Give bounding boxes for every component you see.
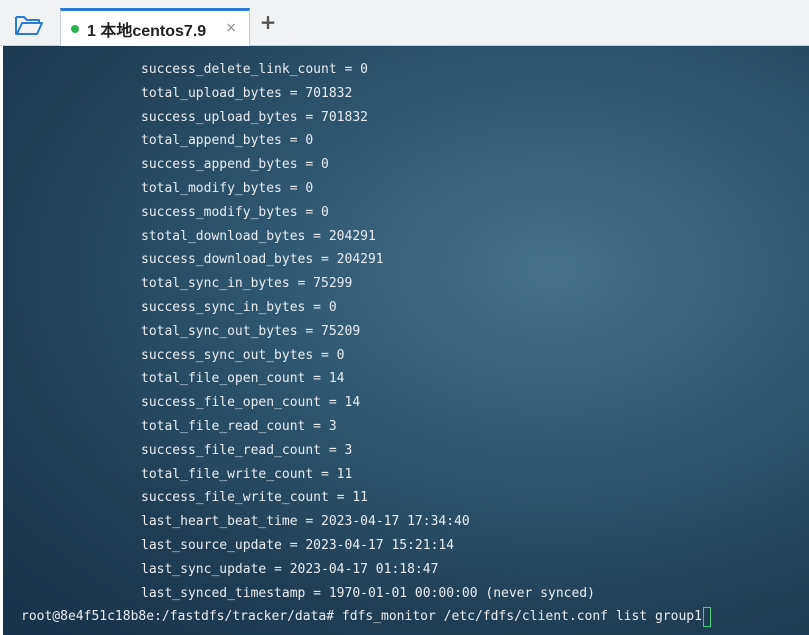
close-icon[interactable]: ×	[225, 19, 237, 37]
terminal-line: total_sync_out_bytes = 75209	[141, 323, 361, 339]
terminal-output[interactable]: success_delete_link_count = 0 total_uploa…	[3, 46, 809, 635]
terminal-line: success_download_bytes = 204291	[141, 252, 384, 268]
terminal-line: success_file_read_count = 3	[141, 442, 353, 458]
tab-bar: 1 本地centos7.9 × +	[0, 0, 809, 46]
text-cursor	[702, 607, 711, 627]
terminal-line: stotal_download_bytes = 204291	[141, 228, 376, 244]
folder-open-icon	[15, 16, 43, 35]
command-prompt[interactable]: root@8e4f51c18b8e:/fastdfs/tracker/data#…	[21, 605, 711, 629]
terminal-line: last_synced_timestamp = 1970-01-01 00:00…	[141, 585, 595, 601]
terminal-line: success_sync_in_bytes = 0	[141, 299, 337, 315]
tab-session-1[interactable]: 1 本地centos7.9 ×	[60, 8, 250, 46]
new-tab-button[interactable]: +	[256, 10, 280, 34]
prompt-text: root@8e4f51c18b8e:/fastdfs/tracker/data#…	[21, 609, 702, 624]
terminal-line: success_file_write_count = 11	[141, 490, 368, 506]
terminal-line: last_heart_beat_time = 2023-04-17 17:34:…	[141, 514, 470, 530]
terminal-line: total_file_write_count = 11	[141, 466, 353, 482]
terminal-line: last_source_update = 2023-04-17 15:21:14	[141, 537, 455, 553]
terminal-line: success_sync_out_bytes = 0	[141, 347, 345, 363]
terminal-line: success_append_bytes = 0	[141, 157, 329, 173]
output-lines: success_delete_link_count = 0 total_uploa…	[141, 58, 595, 605]
terminal-line: total_append_bytes = 0	[141, 133, 314, 149]
terminal-line: success_file_open_count = 14	[141, 395, 361, 411]
open-session-button[interactable]	[12, 12, 46, 38]
tab-label: 1 本地centos7.9	[87, 22, 207, 40]
terminal-line: total_modify_bytes = 0	[141, 180, 314, 196]
terminal-line: total_sync_in_bytes = 75299	[141, 276, 353, 292]
terminal-line: total_file_read_count = 3	[141, 418, 337, 434]
terminal-line: success_upload_bytes = 701832	[141, 109, 368, 125]
terminal-line: total_upload_bytes = 701832	[141, 85, 353, 101]
terminal-line: success_delete_link_count = 0	[141, 62, 368, 77]
terminal-line: last_sync_update = 2023-04-17 01:18:47	[141, 561, 439, 577]
terminal-line: success_modify_bytes = 0	[141, 204, 329, 220]
terminal-line: total_file_open_count = 14	[141, 371, 345, 387]
connected-status-icon	[71, 24, 79, 33]
